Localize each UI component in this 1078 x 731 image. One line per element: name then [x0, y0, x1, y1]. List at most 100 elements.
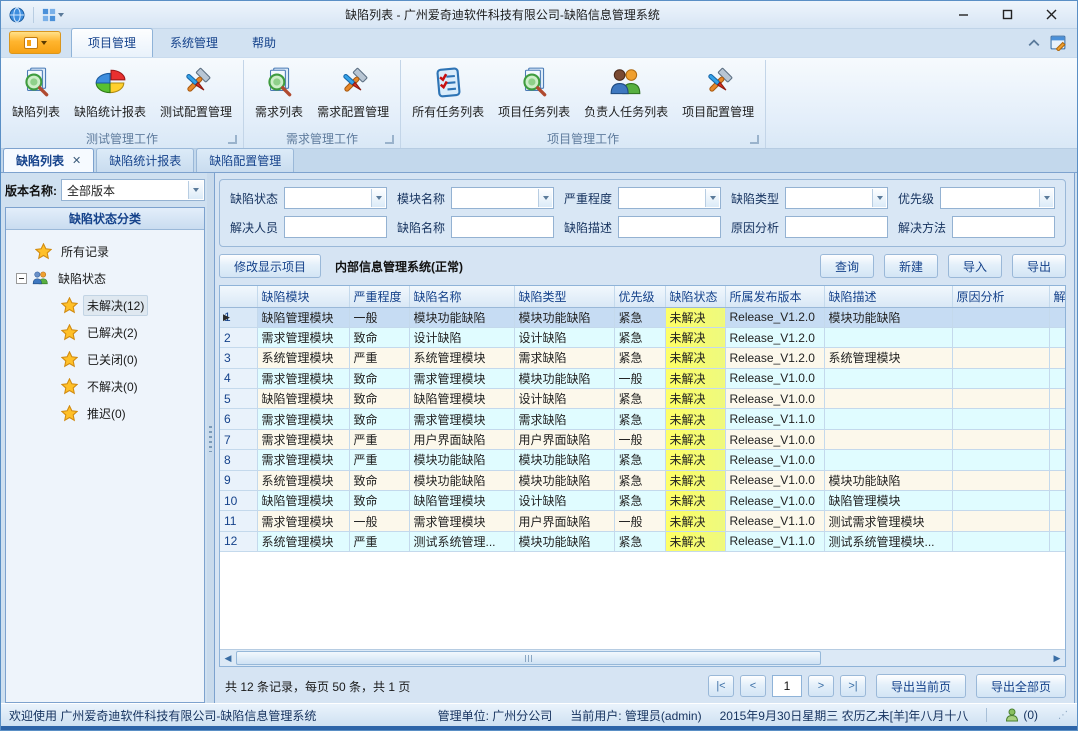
tree-item-defect-status-group[interactable]: 缺陷状态: [16, 265, 204, 292]
column-header-priority[interactable]: 优先级: [614, 286, 665, 307]
grid-row-12[interactable]: 12系统管理模块严重测试系统管理...模块功能缺陷紧急未解决Release_V1…: [220, 531, 1065, 551]
cell-row-header[interactable]: 10: [220, 491, 257, 511]
export-all-pages-button[interactable]: 导出全部页: [976, 674, 1066, 698]
defect-stats-report-button[interactable]: 缺陷统计报表: [67, 62, 153, 122]
column-header-release-version[interactable]: 所属发布版本: [725, 286, 824, 307]
export-current-page-button[interactable]: 导出当前页: [876, 674, 966, 698]
skin-style-icon[interactable]: [1050, 34, 1067, 51]
page-number-input[interactable]: [772, 675, 802, 697]
cell-row-header[interactable]: 2: [220, 327, 257, 347]
chevron-down-icon[interactable]: [705, 189, 719, 207]
grid-row-6[interactable]: 6需求管理模块致命需求管理模块需求缺陷紧急未解决Release_V1.1.0: [220, 409, 1065, 429]
column-header-cause-analysis[interactable]: 原因分析: [952, 286, 1049, 307]
ribbon-tab-2[interactable]: 帮助: [235, 28, 293, 57]
defect-desc-input[interactable]: [618, 216, 721, 238]
chevron-down-icon[interactable]: [872, 189, 886, 207]
chevron-down-icon[interactable]: [1039, 189, 1053, 207]
grid-row-1[interactable]: ▶1缺陷管理模块一般模块功能缺陷模块功能缺陷紧急未解决Release_V1.2.…: [220, 307, 1065, 327]
ribbon-tab-0[interactable]: 项目管理: [71, 28, 153, 57]
tree-item-status-postponed[interactable]: 推迟(0): [16, 400, 204, 427]
scrollbar-thumb[interactable]: [236, 651, 821, 665]
collapse-expander-icon[interactable]: [16, 273, 27, 284]
message-indicator[interactable]: (0): [1005, 708, 1038, 722]
priority-select[interactable]: [940, 187, 1055, 209]
close-button[interactable]: [1029, 3, 1073, 27]
doc-tab-defect-list[interactable]: 缺陷列表✕: [3, 148, 94, 172]
maximize-button[interactable]: [985, 3, 1029, 27]
dialog-launcher-icon[interactable]: [228, 135, 237, 144]
module-name-select[interactable]: [451, 187, 554, 209]
requirement-list-button[interactable]: 需求列表: [248, 62, 310, 122]
application-menu-button[interactable]: [9, 31, 61, 54]
chevron-down-icon[interactable]: [371, 189, 385, 207]
solution-input[interactable]: [952, 216, 1055, 238]
ribbon-tab-1[interactable]: 系统管理: [153, 28, 235, 57]
sidebar-splitter[interactable]: [207, 173, 214, 705]
grid-row-8[interactable]: 8需求管理模块严重模块功能缺陷模块功能缺陷紧急未解决Release_V1.0.0: [220, 450, 1065, 470]
cause-analysis-input[interactable]: [785, 216, 888, 238]
grid-row-7[interactable]: 7需求管理模块严重用户界面缺陷用户界面缺陷一般未解决Release_V1.0.0: [220, 429, 1065, 449]
modify-display-items-button[interactable]: 修改显示项目: [219, 254, 321, 278]
grid-row-2[interactable]: 2需求管理模块致命设计缺陷设计缺陷紧急未解决Release_V1.2.0: [220, 327, 1065, 347]
chevron-down-icon[interactable]: [538, 189, 552, 207]
column-header-defect-desc[interactable]: 缺陷描述: [824, 286, 952, 307]
tree-item-all-records[interactable]: 所有记录: [16, 238, 204, 265]
column-header-defect-name[interactable]: 缺陷名称: [409, 286, 514, 307]
cell-row-header[interactable]: 8: [220, 450, 257, 470]
doc-tab-defect-stats-report[interactable]: 缺陷统计报表: [96, 148, 194, 172]
severity-select[interactable]: [618, 187, 721, 209]
cell-row-header[interactable]: ▶1: [220, 307, 257, 327]
query-button[interactable]: 查询: [820, 254, 874, 278]
tree-item-status-wontfix[interactable]: 不解决(0): [16, 373, 204, 400]
grid-row-5[interactable]: 5缺陷管理模块致命缺陷管理模块设计缺陷紧急未解决Release_V1.0.0: [220, 389, 1065, 409]
first-page-button[interactable]: |<: [708, 675, 734, 697]
project-config-mgmt-button[interactable]: 项目配置管理: [675, 62, 761, 122]
defect-name-input[interactable]: [451, 216, 554, 238]
cell-row-header[interactable]: 12: [220, 531, 257, 551]
next-page-button[interactable]: >: [808, 675, 834, 697]
cell-row-header[interactable]: 5: [220, 389, 257, 409]
close-tab-icon[interactable]: ✕: [72, 154, 81, 167]
tree-item-status-unresolved[interactable]: 未解决(12): [16, 292, 204, 319]
prev-page-button[interactable]: <: [740, 675, 766, 697]
create-button[interactable]: 新建: [884, 254, 938, 278]
cell-row-header[interactable]: 6: [220, 409, 257, 429]
all-tasks-list-button[interactable]: 所有任务列表: [405, 62, 491, 122]
column-header-severity[interactable]: 严重程度: [349, 286, 409, 307]
horizontal-scrollbar[interactable]: ◀ ▶: [220, 649, 1065, 666]
resize-grip[interactable]: ⋰: [1058, 710, 1069, 721]
export-button[interactable]: 导出: [1012, 254, 1066, 278]
project-tasks-list-button[interactable]: 项目任务列表: [491, 62, 577, 122]
scrollbar-track[interactable]: [236, 650, 1049, 666]
owner-tasks-list-button[interactable]: 负责人任务列表: [577, 62, 675, 122]
scroll-left-arrow-icon[interactable]: ◀: [220, 650, 236, 666]
grid-row-10[interactable]: 10缺陷管理模块致命缺陷管理模块设计缺陷紧急未解决Release_V1.0.0缺…: [220, 491, 1065, 511]
column-header-module[interactable]: 缺陷模块: [257, 286, 349, 307]
chevron-down-icon[interactable]: [188, 181, 203, 199]
grid-row-11[interactable]: 11需求管理模块一般需求管理模块用户界面缺陷一般未解决Release_V1.1.…: [220, 511, 1065, 531]
cell-row-header[interactable]: 4: [220, 368, 257, 388]
doc-tab-defect-config-mgmt[interactable]: 缺陷配置管理: [196, 148, 294, 172]
requirement-config-mgmt-button[interactable]: 需求配置管理: [310, 62, 396, 122]
last-page-button[interactable]: >|: [840, 675, 866, 697]
column-header-status[interactable]: 缺陷状态: [665, 286, 725, 307]
grid-row-4[interactable]: 4需求管理模块致命需求管理模块模块功能缺陷一般未解决Release_V1.0.0: [220, 368, 1065, 388]
import-button[interactable]: 导入: [948, 254, 1002, 278]
cell-row-header[interactable]: 7: [220, 429, 257, 449]
version-select[interactable]: 全部版本: [61, 179, 205, 201]
resolver-input[interactable]: [284, 216, 387, 238]
tree-item-status-resolved[interactable]: 已解决(2): [16, 319, 204, 346]
cell-row-header[interactable]: 11: [220, 511, 257, 531]
column-header-solution[interactable]: 解决: [1049, 286, 1065, 307]
grid-row-3[interactable]: 3系统管理模块严重系统管理模块需求缺陷紧急未解决Release_V1.2.0系统…: [220, 348, 1065, 368]
cell-row-header[interactable]: 3: [220, 348, 257, 368]
collapse-ribbon-icon[interactable]: [1028, 39, 1040, 47]
test-config-mgmt-button[interactable]: 测试配置管理: [153, 62, 239, 122]
defect-status-select[interactable]: [284, 187, 387, 209]
column-header-defect-type[interactable]: 缺陷类型: [514, 286, 614, 307]
grid-row-9[interactable]: 9系统管理模块致命模块功能缺陷模块功能缺陷紧急未解决Release_V1.0.0…: [220, 470, 1065, 490]
defect-type-select[interactable]: [785, 187, 888, 209]
minimize-button[interactable]: [941, 3, 985, 27]
column-header-row-header[interactable]: [220, 286, 257, 307]
tree-item-status-closed[interactable]: 已关闭(0): [16, 346, 204, 373]
